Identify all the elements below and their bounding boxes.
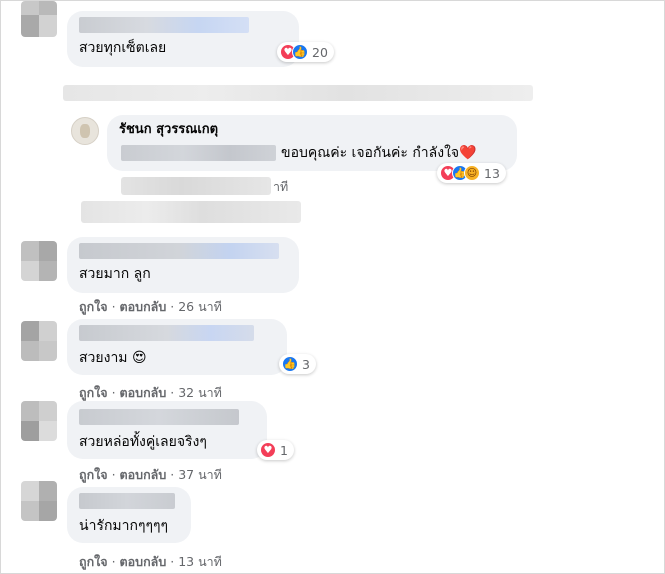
commenter-avatar[interactable] xyxy=(21,481,57,521)
like-action[interactable]: ถูกใจ xyxy=(79,299,108,314)
timestamp[interactable]: 32 นาที xyxy=(178,385,222,400)
commenter-avatar[interactable] xyxy=(21,1,57,37)
comment-text: สวยทุกเซ็ตเลย xyxy=(79,40,167,56)
separator: · xyxy=(170,299,175,314)
commenter-name-blurred[interactable] xyxy=(79,493,175,509)
separator: · xyxy=(170,554,175,569)
timestamp[interactable]: 37 นาที xyxy=(178,467,222,482)
commenter-avatar[interactable] xyxy=(21,401,57,441)
care-icon: ☺ xyxy=(464,165,480,181)
comment-actions: ถูกใจ · ตอบกลับ · 26 นาที xyxy=(79,297,222,317)
separator: · xyxy=(111,467,116,482)
reaction-summary[interactable]: ♥ 1 xyxy=(257,440,294,460)
reaction-count: 1 xyxy=(280,442,288,458)
reply-author-name[interactable]: รัชนก สุวรรณเกตุ xyxy=(119,121,218,139)
commenter-avatar[interactable] xyxy=(21,241,57,281)
reply-author-avatar[interactable] xyxy=(71,117,99,145)
red-heart-emoji: ❤️ xyxy=(459,145,477,161)
comment-text: น่ารักมากๆๆๆๆ xyxy=(79,518,169,534)
separator: · xyxy=(111,385,116,400)
reaction-summary[interactable]: ♥ 👍 20 xyxy=(277,42,334,62)
comment-text: สวยงาม 😍 xyxy=(79,349,147,367)
reply-action[interactable]: ตอบกลับ xyxy=(120,385,167,400)
comment-bubble: สวยมาก ลูก xyxy=(67,237,299,293)
reply-action[interactable]: ตอบกลับ xyxy=(120,299,167,314)
comment-text: สวยหล่อทั้งคู่เลยจริงๆ xyxy=(79,434,207,450)
heart-eyes-emoji: 😍 xyxy=(132,350,147,366)
comment-actions: ถูกใจ · ตอบกลับ · 37 นาที xyxy=(79,465,222,485)
reaction-count: 3 xyxy=(302,356,310,372)
reply-action[interactable]: ตอบกลับ xyxy=(120,467,167,482)
comment-bubble: น่ารักมากๆๆๆๆ xyxy=(67,487,191,543)
separator: · xyxy=(111,299,116,314)
reaction-summary[interactable]: 👍 3 xyxy=(279,354,316,374)
comment-actions: ถูกใจ · ตอบกลับ · 13 นาที xyxy=(79,552,222,572)
blurred-meta-row xyxy=(63,85,533,101)
like-action[interactable]: ถูกใจ xyxy=(79,467,108,482)
comment-text-body: สวยงาม xyxy=(79,350,128,366)
separator: · xyxy=(170,467,175,482)
like-icon: 👍 xyxy=(282,356,298,372)
timestamp[interactable]: 13 นาที xyxy=(178,554,222,569)
reply-reaction-summary[interactable]: ♥ 👍 ☺ 13 xyxy=(437,163,506,183)
reply-action[interactable]: ตอบกลับ xyxy=(120,554,167,569)
commenter-name-blurred[interactable] xyxy=(79,17,249,33)
commenter-name-blurred[interactable] xyxy=(79,243,279,259)
screenshot-frame: สวยทุกเซ็ตเลย ♥ 👍 20 รัชนก สุวรรณเกตุ ขอ… xyxy=(0,0,665,574)
separator: · xyxy=(111,554,116,569)
comment-bubble: สวยหล่อทั้งคู่เลยจริงๆ xyxy=(67,401,267,459)
reply-meta-partial: าที xyxy=(273,179,289,194)
like-icon: 👍 xyxy=(292,44,308,60)
like-action[interactable]: ถูกใจ xyxy=(79,385,108,400)
commenter-avatar[interactable] xyxy=(21,321,57,361)
reply-text: ขอบคุณค่ะ เจอกันค่ะ กำลังใจ❤️ xyxy=(281,144,477,162)
commenter-name-blurred[interactable] xyxy=(79,325,254,341)
comment-text: สวยมาก ลูก xyxy=(79,266,151,282)
comment-bubble: สวยทุกเซ็ตเลย xyxy=(67,11,299,67)
comment-actions: ถูกใจ · ตอบกลับ · 32 นาที xyxy=(79,383,222,403)
heart-icon: ♥ xyxy=(260,442,276,458)
like-action[interactable]: ถูกใจ xyxy=(79,554,108,569)
blurred-block xyxy=(81,201,301,223)
comment-bubble: สวยงาม 😍 xyxy=(67,319,287,375)
separator: · xyxy=(170,385,175,400)
reply-meta-blurred xyxy=(121,177,271,195)
reaction-count: 13 xyxy=(484,165,500,181)
reply-text-body: ขอบคุณค่ะ เจอกันค่ะ กำลังใจ xyxy=(281,145,460,161)
tagged-name-blurred[interactable] xyxy=(121,145,276,161)
reaction-count: 20 xyxy=(312,44,328,60)
timestamp[interactable]: 26 นาที xyxy=(178,299,222,314)
commenter-name-blurred[interactable] xyxy=(79,409,239,425)
